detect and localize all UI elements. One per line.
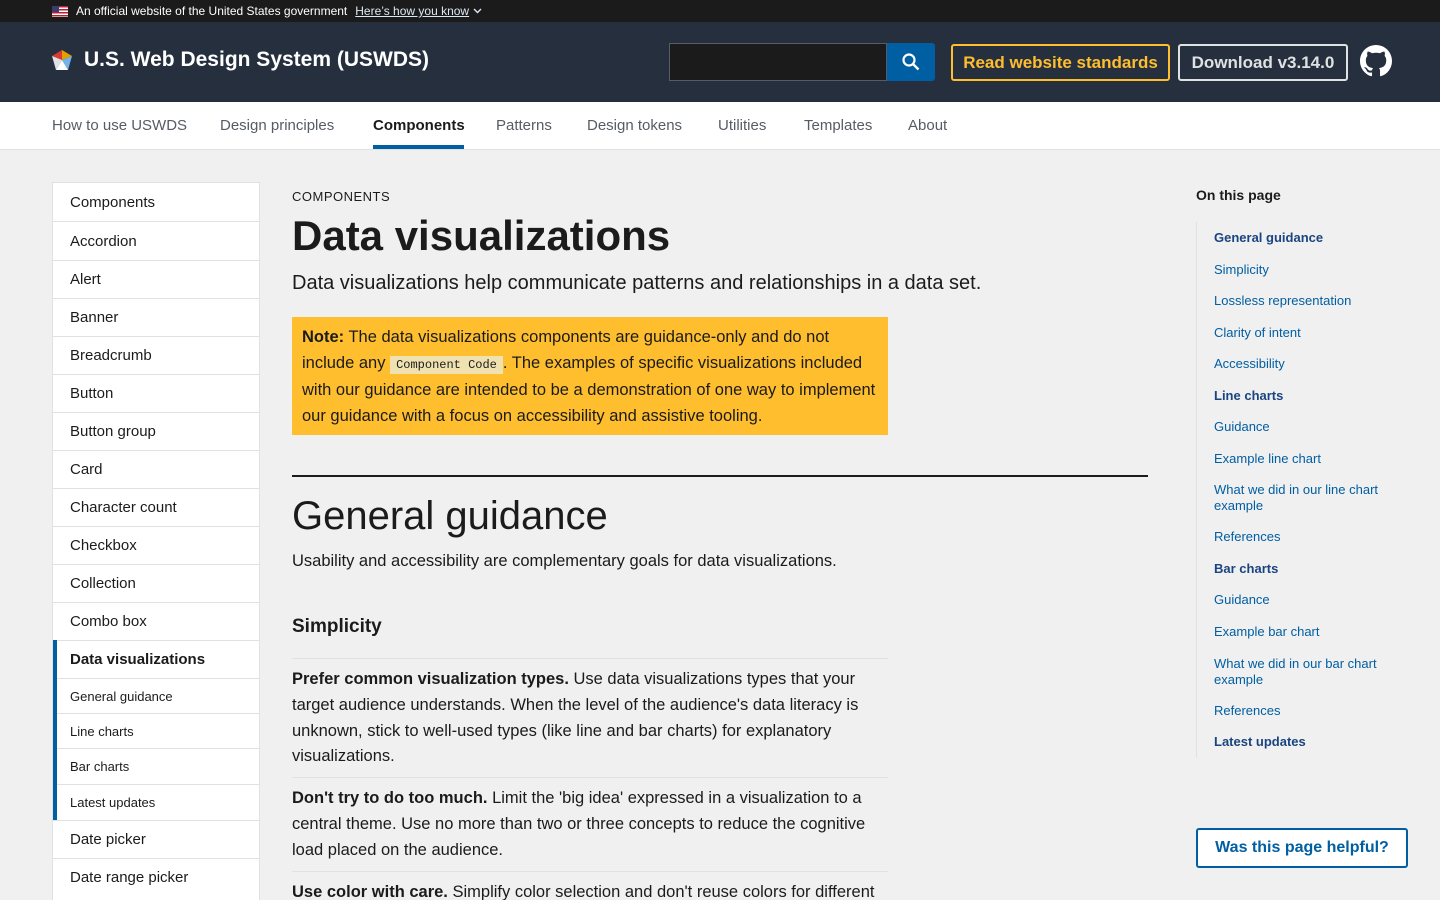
- otp-link-bar-guidance[interactable]: Guidance: [1214, 592, 1404, 608]
- search-input[interactable]: [669, 43, 887, 81]
- guidance-heading: Prefer common visualization types.: [292, 670, 569, 688]
- nav-templates[interactable]: Templates: [804, 117, 872, 134]
- on-this-page-title: On this page: [1196, 187, 1281, 203]
- gov-banner: An official website of the United States…: [0, 0, 1440, 22]
- page-eyebrow: COMPONENTS: [292, 189, 391, 204]
- otp-link-example-line-chart[interactable]: Example line chart: [1214, 451, 1404, 467]
- sidenav-item-breadcrumb[interactable]: Breadcrumb: [53, 336, 259, 374]
- guidance-paragraph: Prefer common visualization types. Use d…: [292, 658, 888, 770]
- sidenav-subitem-line-charts[interactable]: Line charts: [53, 713, 259, 748]
- uswds-logo-icon: [52, 50, 72, 70]
- nav-active-indicator: [373, 145, 464, 149]
- otp-link-line-charts[interactable]: Line charts: [1214, 388, 1404, 404]
- guidance-paragraph: Use color with care. Simplify color sele…: [292, 871, 888, 900]
- otp-link-clarity-of-intent[interactable]: Clarity of intent: [1214, 325, 1404, 341]
- side-navigation: Components Accordion Alert Banner Breadc…: [52, 182, 260, 900]
- sidenav-item-combo-box[interactable]: Combo box: [53, 602, 259, 640]
- otp-link-example-bar-chart[interactable]: Example bar chart: [1214, 624, 1404, 640]
- guidance-text: Simplify color selection and don't reuse…: [447, 883, 875, 900]
- otp-link-lossless-representation[interactable]: Lossless representation: [1214, 293, 1404, 309]
- note-alert: Note: The data visualizations components…: [292, 317, 888, 435]
- component-code-tag: Component Code: [390, 355, 503, 374]
- site-logo[interactable]: U.S. Web Design System (USWDS): [50, 48, 429, 72]
- page-title: Data visualizations: [292, 212, 671, 259]
- site-title: U.S. Web Design System (USWDS): [84, 48, 430, 71]
- guidance-paragraph: Don't try to do too much. Limit the 'big…: [292, 777, 888, 863]
- nav-components[interactable]: Components: [373, 117, 465, 134]
- page-lead: Data visualizations help communicate pat…: [292, 272, 982, 294]
- chevron-down-icon: [473, 8, 482, 14]
- github-icon[interactable]: [1360, 45, 1392, 77]
- nav-patterns[interactable]: Patterns: [496, 117, 552, 134]
- nav-about[interactable]: About: [908, 117, 947, 134]
- sidenav-item-date-range-picker[interactable]: Date range picker: [53, 858, 259, 896]
- sidenav-item-button[interactable]: Button: [53, 374, 259, 412]
- search-button[interactable]: [887, 43, 935, 81]
- nav-design-principles[interactable]: Design principles: [220, 117, 334, 134]
- gov-banner-text: An official website of the United States…: [76, 4, 348, 18]
- sidenav-item-checkbox[interactable]: Checkbox: [53, 526, 259, 564]
- otp-link-bar-references[interactable]: References: [1214, 703, 1404, 719]
- section-title: General guidance: [292, 494, 608, 538]
- otp-link-bar-chart-what-we-did[interactable]: What we did in our bar chart example: [1214, 656, 1404, 687]
- sidenav-item-components[interactable]: Components: [53, 183, 259, 221]
- section-intro: Usability and accessibility are compleme…: [292, 552, 837, 570]
- otp-link-line-guidance[interactable]: Guidance: [1214, 419, 1404, 435]
- nav-utilities[interactable]: Utilities: [718, 117, 766, 134]
- sidenav-subitem-latest-updates[interactable]: Latest updates: [53, 784, 259, 820]
- guidance-heading: Use color with care.: [292, 883, 448, 900]
- read-standards-button[interactable]: Read website standards: [951, 44, 1170, 81]
- sidenav-item-date-picker[interactable]: Date picker: [53, 820, 259, 858]
- otp-link-line-references[interactable]: References: [1214, 529, 1404, 545]
- sidenav-item-character-count[interactable]: Character count: [53, 488, 259, 526]
- section-divider: [292, 475, 1148, 477]
- otp-link-latest-updates[interactable]: Latest updates: [1214, 734, 1404, 750]
- how-you-know-link[interactable]: Here’s how you know: [355, 4, 482, 18]
- otp-link-bar-charts[interactable]: Bar charts: [1214, 561, 1404, 577]
- nav-design-tokens[interactable]: Design tokens: [587, 117, 682, 134]
- sidenav-item-collection[interactable]: Collection: [53, 564, 259, 602]
- sidenav-subitem-general-guidance[interactable]: General guidance: [53, 678, 259, 713]
- sidenav-item-accordion[interactable]: Accordion: [53, 221, 259, 260]
- page-helpful-button[interactable]: Was this page helpful?: [1196, 828, 1408, 868]
- sidenav-item-banner[interactable]: Banner: [53, 298, 259, 336]
- sidenav-current-indicator: [53, 640, 57, 820]
- otp-link-line-chart-what-we-did[interactable]: What we did in our line chart example: [1214, 482, 1404, 513]
- sidenav-subitem-bar-charts[interactable]: Bar charts: [53, 748, 259, 784]
- subsection-title: Simplicity: [292, 616, 382, 637]
- on-this-page-nav: General guidance Simplicity Lossless rep…: [1196, 222, 1410, 758]
- note-label: Note:: [302, 328, 345, 346]
- otp-link-accessibility[interactable]: Accessibility: [1214, 356, 1404, 372]
- sidenav-item-button-group[interactable]: Button group: [53, 412, 259, 450]
- otp-link-general-guidance[interactable]: General guidance: [1214, 230, 1404, 246]
- primary-nav: How to use USWDS Design principles Compo…: [0, 102, 1440, 150]
- site-header: U.S. Web Design System (USWDS) Read webs…: [0, 22, 1440, 102]
- sidenav-item-data-visualizations[interactable]: Data visualizations: [53, 640, 259, 678]
- otp-link-simplicity[interactable]: Simplicity: [1214, 262, 1404, 278]
- sidenav-item-alert[interactable]: Alert: [53, 260, 259, 298]
- nav-how-to-use[interactable]: How to use USWDS: [52, 117, 187, 134]
- how-you-know-label: Here’s how you know: [355, 4, 470, 18]
- search-icon: [902, 53, 920, 71]
- guidance-heading: Don't try to do too much.: [292, 789, 488, 807]
- download-button[interactable]: Download v3.14.0: [1178, 44, 1348, 81]
- us-flag-icon: [52, 5, 68, 17]
- sidenav-item-card[interactable]: Card: [53, 450, 259, 488]
